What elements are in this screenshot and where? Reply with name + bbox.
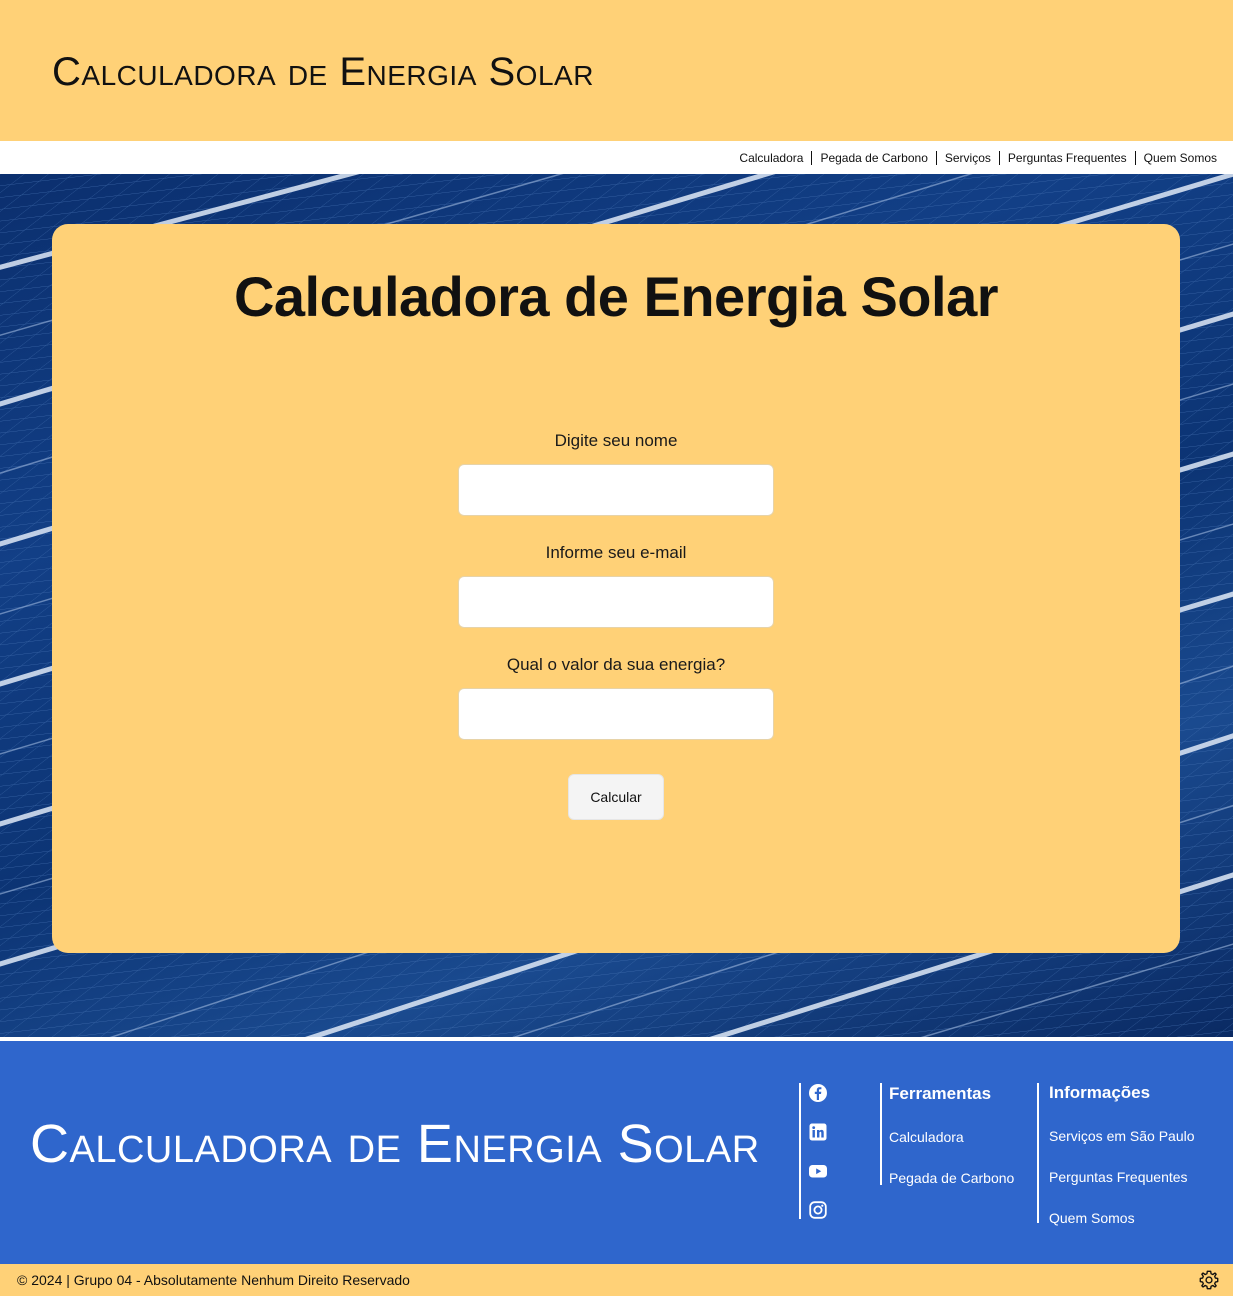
email-label: Informe seu e-mail [545, 543, 687, 562]
social-divider [799, 1083, 801, 1219]
footer-link-calculadora[interactable]: Calculadora [889, 1129, 964, 1145]
gear-icon[interactable] [1198, 1269, 1220, 1291]
site-header: Calculadora de Energia Solar [0, 0, 1233, 141]
facebook-icon[interactable] [808, 1083, 828, 1103]
name-input[interactable] [458, 464, 774, 516]
linkedin-icon[interactable] [808, 1122, 828, 1142]
youtube-icon[interactable] [808, 1161, 828, 1181]
header-title: Calculadora de Energia Solar [52, 50, 594, 94]
site-footer: Calculadora de Energia Solar Ferramentas… [0, 1041, 1233, 1264]
nav-divider [1134, 150, 1136, 165]
nav-item-servicos[interactable]: Serviços [945, 151, 991, 165]
info-heading: Informações [1049, 1083, 1151, 1102]
tools-divider [880, 1083, 882, 1185]
tools-heading: Ferramentas [889, 1084, 992, 1103]
info-divider [1037, 1083, 1039, 1223]
nav-list: Calculadora Pegada de Carbono Serviços P… [739, 141, 1217, 174]
calculate-button[interactable]: Calcular [568, 774, 664, 820]
copyright-text: © 2024 | Grupo 04 - Absolutamente Nenhum… [17, 1272, 410, 1288]
nav-item-perguntas-frequentes[interactable]: Perguntas Frequentes [1008, 151, 1127, 165]
name-label: Digite seu nome [554, 431, 678, 450]
page-title: Calculadora de Energia Solar [233, 265, 999, 328]
footer-link-perguntas-frequentes[interactable]: Perguntas Frequentes [1049, 1169, 1188, 1185]
nav-divider [935, 150, 937, 165]
nav-item-calculadora[interactable]: Calculadora [739, 151, 803, 165]
top-nav: Calculadora Pegada de Carbono Serviços P… [0, 141, 1233, 174]
bottom-bar: © 2024 | Grupo 04 - Absolutamente Nenhum… [0, 1264, 1233, 1296]
nav-divider [811, 150, 813, 165]
nav-item-quem-somos[interactable]: Quem Somos [1144, 151, 1217, 165]
calculator-card: Calculadora de Energia Solar Digite seu … [52, 224, 1180, 953]
energy-value-label: Qual o valor da sua energia? [506, 655, 726, 674]
instagram-icon[interactable] [808, 1200, 828, 1220]
footer-title: Calculadora de Energia Solar [30, 1114, 760, 1174]
solar-panel-background: Calculadora de Energia Solar Digite seu … [0, 174, 1233, 1037]
footer-link-pegada-de-carbono[interactable]: Pegada de Carbono [889, 1170, 1014, 1186]
nav-divider [998, 150, 1000, 165]
energy-value-input[interactable] [458, 688, 774, 740]
footer-link-servicos-sao-paulo[interactable]: Serviços em São Paulo [1049, 1128, 1195, 1144]
footer-link-quem-somos[interactable]: Quem Somos [1049, 1210, 1135, 1226]
nav-item-pegada-de-carbono[interactable]: Pegada de Carbono [820, 151, 927, 165]
email-input[interactable] [458, 576, 774, 628]
